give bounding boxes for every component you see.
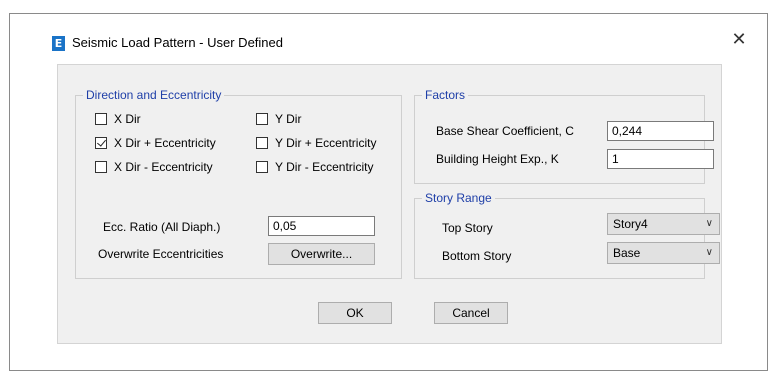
checkbox-label: X Dir + Eccentricity: [114, 136, 216, 150]
checkbox-box[interactable]: [95, 137, 107, 149]
top-story-label: Top Story: [442, 221, 493, 235]
chevron-down-icon[interactable]: ∨: [706, 243, 713, 263]
overwrite-button[interactable]: Overwrite...: [268, 243, 375, 265]
dialog-window: E Seismic Load Pattern - User Defined ✕ …: [9, 13, 768, 371]
dialog-client-area: Direction and Eccentricity X Dir X Dir +…: [57, 64, 722, 344]
app-icon: E: [52, 36, 65, 51]
y-dir-minus-ecc-checkbox[interactable]: Y Dir - Eccentricity: [256, 159, 373, 175]
factors-group: Factors Base Shear Coefficient, C 0,244 …: [414, 88, 714, 184]
x-dir-plus-ecc-checkbox[interactable]: X Dir + Eccentricity: [95, 135, 216, 151]
bottom-story-dropdown[interactable]: Base ∨: [607, 242, 720, 264]
bottom-story-value: Base: [613, 246, 641, 260]
factors-title: Factors: [422, 88, 469, 102]
ecc-ratio-input[interactable]: 0,05: [268, 216, 375, 236]
checkbox-label: Y Dir: [275, 112, 302, 126]
checkbox-label: Y Dir - Eccentricity: [275, 160, 374, 174]
checkbox-label: Y Dir + Eccentricity: [275, 136, 377, 150]
overwrite-eccentricities-label: Overwrite Eccentricities: [98, 247, 224, 261]
checkbox-box[interactable]: [95, 113, 107, 125]
direction-eccentricity-title: Direction and Eccentricity: [83, 88, 225, 102]
y-dir-plus-ecc-checkbox[interactable]: Y Dir + Eccentricity: [256, 135, 376, 151]
base-shear-label: Base Shear Coefficient, C: [436, 124, 574, 138]
close-icon[interactable]: ✕: [729, 30, 749, 50]
checkbox-box[interactable]: [256, 113, 268, 125]
checkbox-label: X Dir: [114, 112, 141, 126]
title-bar: E Seismic Load Pattern - User Defined ✕: [10, 14, 767, 54]
ok-button[interactable]: OK: [318, 302, 392, 324]
cancel-button[interactable]: Cancel: [434, 302, 508, 324]
bottom-story-label: Bottom Story: [442, 249, 512, 263]
base-shear-input[interactable]: 0,244: [607, 121, 714, 141]
checkbox-box[interactable]: [95, 161, 107, 173]
top-story-dropdown[interactable]: Story4 ∨: [607, 213, 720, 235]
checkbox-box[interactable]: [256, 137, 268, 149]
checkbox-box[interactable]: [256, 161, 268, 173]
top-story-value: Story4: [613, 217, 648, 231]
story-range-group: Story Range Top Story Story4 ∨ Bottom St…: [414, 191, 720, 279]
checkbox-label: X Dir - Eccentricity: [114, 160, 213, 174]
ecc-ratio-label: Ecc. Ratio (All Diaph.): [103, 220, 221, 234]
dialog-title: Seismic Load Pattern - User Defined: [72, 35, 283, 50]
y-dir-checkbox[interactable]: Y Dir: [256, 111, 301, 127]
x-dir-minus-ecc-checkbox[interactable]: X Dir - Eccentricity: [95, 159, 213, 175]
x-dir-checkbox[interactable]: X Dir: [95, 111, 141, 127]
direction-eccentricity-group: Direction and Eccentricity X Dir X Dir +…: [75, 88, 402, 279]
height-exp-label: Building Height Exp., K: [436, 152, 559, 166]
height-exp-input[interactable]: 1: [607, 149, 714, 169]
chevron-down-icon[interactable]: ∨: [706, 214, 713, 234]
story-range-title: Story Range: [422, 191, 495, 205]
